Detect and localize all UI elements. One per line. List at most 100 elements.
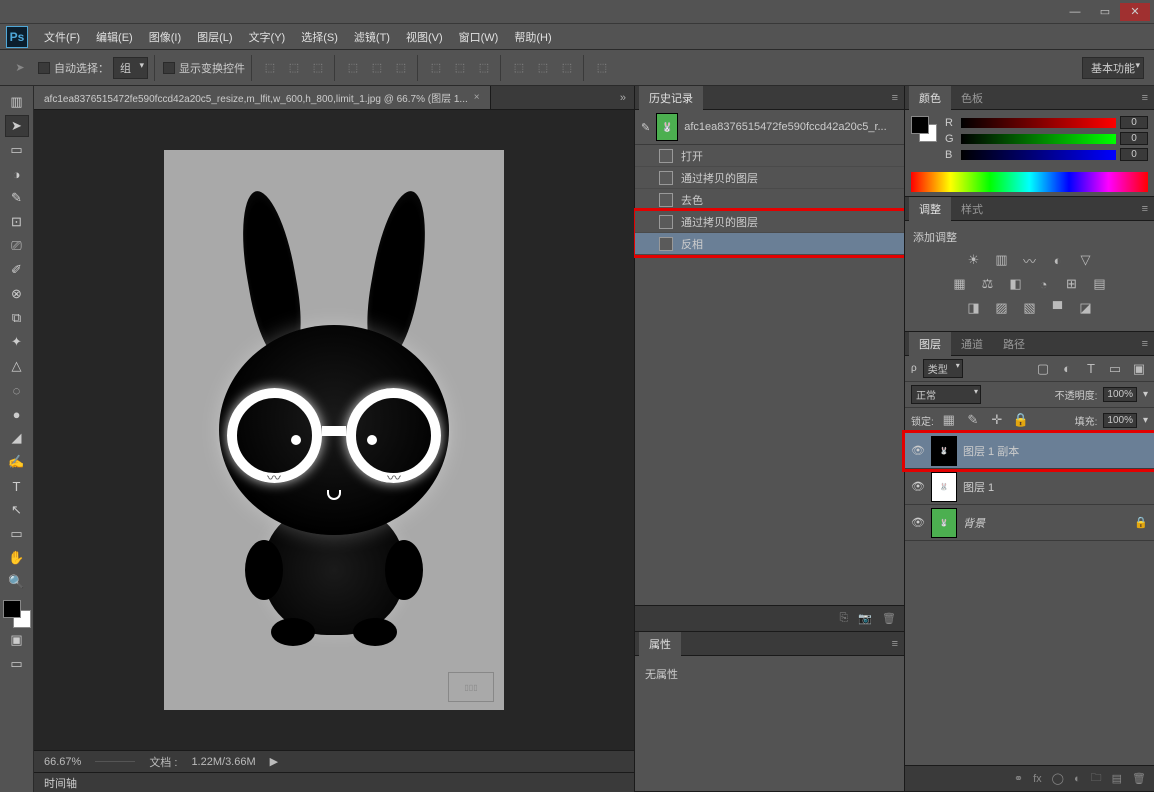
menu-view[interactable]: 视图(V) xyxy=(398,24,451,50)
menu-image[interactable]: 图像(I) xyxy=(141,24,189,50)
dist-2-icon[interactable]: ⬚ xyxy=(450,58,470,78)
menu-filter[interactable]: 滤镜(T) xyxy=(346,24,398,50)
adj-poster-icon[interactable]: ▨ xyxy=(993,299,1011,317)
tab-overflow[interactable]: » xyxy=(612,92,634,104)
dist-6-icon[interactable]: ⬚ xyxy=(557,58,577,78)
fx-icon[interactable]: fx xyxy=(1033,773,1042,785)
opacity-value[interactable]: 100% xyxy=(1103,387,1137,402)
tool-marquee[interactable]: ▭ xyxy=(5,139,29,161)
tool-pen[interactable]: ✍ xyxy=(5,451,29,473)
layer-name[interactable]: 图层 1 副本 xyxy=(963,443,1019,459)
history-item-invert[interactable]: 反相 xyxy=(635,233,904,255)
b-slider[interactable] xyxy=(961,150,1116,160)
color-spectrum[interactable] xyxy=(911,172,1148,192)
workspace-switcher[interactable]: 基本功能 xyxy=(1082,57,1144,79)
adjust-menu[interactable]: ≡ xyxy=(1136,203,1154,215)
color-picker-swatch[interactable] xyxy=(911,116,937,142)
properties-tab[interactable]: 属性 xyxy=(639,632,681,656)
layer-name[interactable]: 背景 xyxy=(963,515,985,531)
r-slider[interactable] xyxy=(961,118,1116,128)
auto-align-icon[interactable]: ⬚ xyxy=(592,58,612,78)
blend-mode[interactable]: 正常 xyxy=(911,385,981,404)
canvas-viewport[interactable]: 〰〰 ▯▯▯ xyxy=(34,110,634,750)
color-swatch[interactable] xyxy=(3,600,31,628)
r-value[interactable]: 0 xyxy=(1120,116,1148,129)
dist-4-icon[interactable]: ⬚ xyxy=(509,58,529,78)
menu-file[interactable]: 文件(F) xyxy=(36,24,88,50)
window-close[interactable]: ✕ xyxy=(1120,3,1150,21)
menu-window[interactable]: 窗口(W) xyxy=(451,24,507,50)
adj-exposure-icon[interactable]: ◐ xyxy=(1049,251,1067,269)
adj-photo-icon[interactable]: ◔ xyxy=(1035,275,1053,293)
tool-move[interactable]: ➤ xyxy=(5,115,29,137)
color-tab[interactable]: 颜色 xyxy=(909,86,951,110)
mask-icon[interactable]: ◯ xyxy=(1052,772,1064,785)
swatches-tab[interactable]: 色板 xyxy=(951,86,993,110)
tool-lasso[interactable]: ◑ xyxy=(5,163,29,185)
transform-checkbox[interactable] xyxy=(163,62,175,74)
tool-hand[interactable]: ✋ xyxy=(5,547,29,569)
paths-tab[interactable]: 路径 xyxy=(993,332,1035,356)
adjust-tab[interactable]: 调整 xyxy=(909,197,951,221)
lock-pixel-icon[interactable]: ✎ xyxy=(964,411,982,429)
adj-lookup-icon[interactable]: ▤ xyxy=(1091,275,1109,293)
adj-vibrance-icon[interactable]: ▽ xyxy=(1077,251,1095,269)
lock-pos-icon[interactable]: ✛ xyxy=(988,411,1006,429)
document-tab[interactable]: afc1ea8376515472fe590fccd42a20c5_resize,… xyxy=(34,86,491,109)
fg-color[interactable] xyxy=(3,600,21,618)
layer-filter-kind[interactable]: 类型 xyxy=(923,359,963,378)
g-value[interactable]: 0 xyxy=(1120,132,1148,145)
tool-shape[interactable]: ▭ xyxy=(5,523,29,545)
layers-menu[interactable]: ≡ xyxy=(1136,338,1154,350)
adj-levels-icon[interactable]: ▥ xyxy=(993,251,1011,269)
layer-row-copy[interactable]: 👁 🐰 图层 1 副本 xyxy=(905,433,1154,469)
history-tab[interactable]: 历史记录 xyxy=(639,86,703,110)
adj-threshold-icon[interactable]: ▧ xyxy=(1021,299,1039,317)
zoom-value[interactable]: 66.67% xyxy=(44,756,81,768)
channels-tab[interactable]: 通道 xyxy=(951,332,993,356)
snapshot-icon[interactable]: 📷 xyxy=(858,612,872,625)
layer-row-1[interactable]: 👁 🐰 图层 1 xyxy=(905,469,1154,505)
tool-eraser[interactable]: △ xyxy=(5,355,29,377)
auto-select-checkbox[interactable] xyxy=(38,62,50,74)
tool-expand[interactable]: ▥ xyxy=(5,91,29,113)
align-center-icon[interactable]: ⬚ xyxy=(367,58,387,78)
layer-row-bg[interactable]: 👁 🐰 背景 🔒 xyxy=(905,505,1154,541)
adj-select-icon[interactable]: ◪ xyxy=(1077,299,1095,317)
adj-gradient-icon[interactable]: ▀ xyxy=(1049,299,1067,317)
timeline-panel[interactable]: 时间轴 xyxy=(34,772,634,792)
align-mid-icon[interactable]: ⬚ xyxy=(284,58,304,78)
filter-smart-icon[interactable]: ▣ xyxy=(1130,360,1148,378)
visibility-icon[interactable]: 👁 xyxy=(911,480,925,493)
properties-menu[interactable]: ≡ xyxy=(886,638,904,650)
layer-name[interactable]: 图层 1 xyxy=(963,479,994,495)
menu-edit[interactable]: 编辑(E) xyxy=(88,24,141,50)
auto-select-dropdown[interactable]: 组 xyxy=(113,57,148,79)
move-tool-icon[interactable]: ➤ xyxy=(10,58,30,78)
history-menu[interactable]: ≡ xyxy=(886,92,904,104)
history-item-copy1[interactable]: 通过拷贝的图层 xyxy=(635,167,904,189)
window-max[interactable]: ▭ xyxy=(1090,3,1120,21)
new-doc-icon[interactable]: ⎘ xyxy=(840,612,849,625)
adj-hue-icon[interactable]: ▦ xyxy=(951,275,969,293)
tool-crop[interactable]: ⊡ xyxy=(5,211,29,233)
fill-value[interactable]: 100% xyxy=(1103,413,1137,428)
tool-wand[interactable]: ✎ xyxy=(5,187,29,209)
adj-invert-icon[interactable]: ◨ xyxy=(965,299,983,317)
link-icon[interactable]: ⚭ xyxy=(1014,772,1023,785)
tool-zoom[interactable]: 🔍 xyxy=(5,571,29,593)
dist-5-icon[interactable]: ⬚ xyxy=(533,58,553,78)
b-value[interactable]: 0 xyxy=(1120,148,1148,161)
adj-balance-icon[interactable]: ⚖ xyxy=(979,275,997,293)
align-left-icon[interactable]: ⬚ xyxy=(343,58,363,78)
layers-tab[interactable]: 图层 xyxy=(909,332,951,356)
color-menu[interactable]: ≡ xyxy=(1136,92,1154,104)
tool-gradient[interactable]: ◌ xyxy=(5,379,29,401)
filter-adj-icon[interactable]: ◐ xyxy=(1058,360,1076,378)
adj-brightness-icon[interactable]: ☀ xyxy=(965,251,983,269)
adj-curves-icon[interactable]: 〰 xyxy=(1021,251,1039,269)
dist-1-icon[interactable]: ⬚ xyxy=(426,58,446,78)
tool-eyedrop[interactable]: ⎚ xyxy=(5,235,29,257)
filter-shape-icon[interactable]: ▭ xyxy=(1106,360,1124,378)
tab-close[interactable]: × xyxy=(474,92,480,103)
